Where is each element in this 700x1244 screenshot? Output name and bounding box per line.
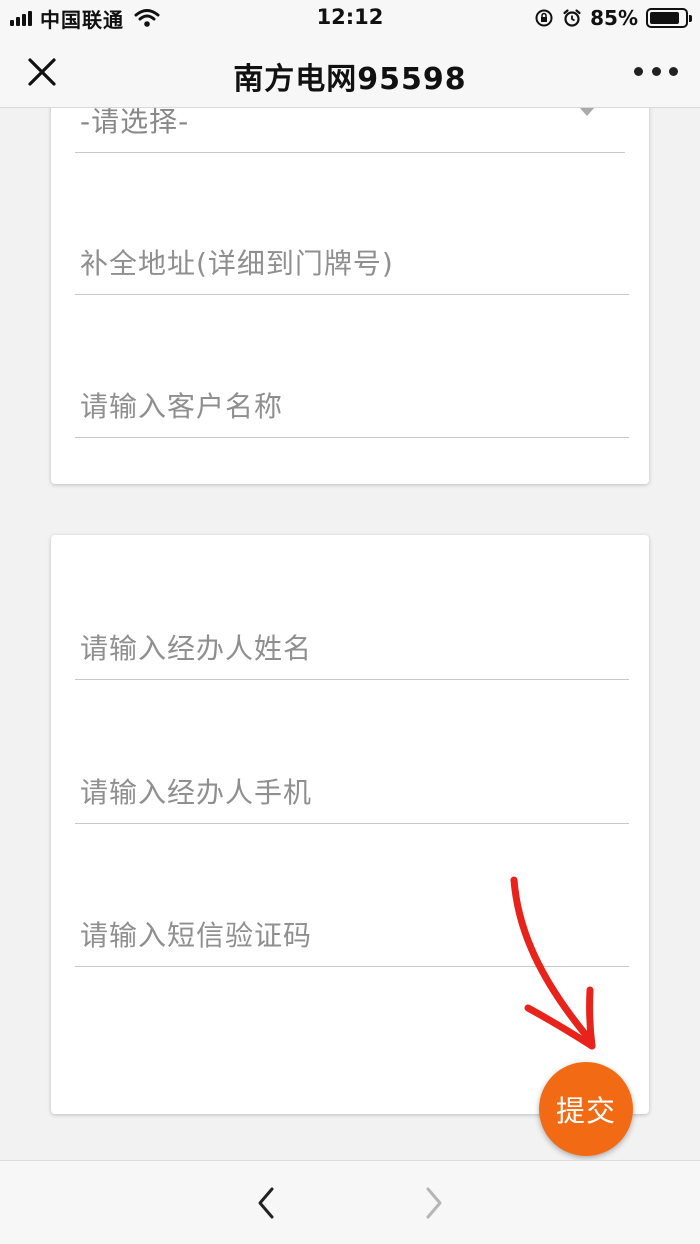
battery-percentage: 85% xyxy=(590,6,638,30)
submit-button[interactable]: 提交 xyxy=(539,1062,633,1156)
back-arrow-icon[interactable] xyxy=(250,1183,282,1223)
alarm-icon xyxy=(563,9,581,27)
status-bar: 中国联通 12:12 85% xyxy=(0,0,700,36)
customer-name-placeholder: 请输入客户名称 xyxy=(80,390,284,423)
customer-name-input[interactable]: 请输入客户名称 xyxy=(75,378,629,438)
battery-fill xyxy=(650,12,679,24)
annotation-arrow-icon xyxy=(510,876,596,1050)
address-placeholder: 补全地址(详细到门牌号) xyxy=(80,247,394,280)
status-right: 85% xyxy=(534,6,692,30)
submit-label: 提交 xyxy=(555,1094,616,1128)
agent-phone-placeholder: 请输入经办人手机 xyxy=(80,776,313,809)
battery-icon xyxy=(646,8,692,28)
agent-name-input[interactable]: 请输入经办人姓名 xyxy=(75,620,629,680)
agent-name-placeholder: 请输入经办人姓名 xyxy=(80,632,313,665)
nav-bar: 南方电网95598 xyxy=(0,36,700,108)
agent-phone-input[interactable]: 请输入经办人手机 xyxy=(75,764,629,824)
bottom-toolbar xyxy=(0,1160,700,1244)
region-select[interactable]: -请选择- xyxy=(75,108,625,153)
page-title: 南方电网95598 xyxy=(233,62,467,97)
region-select-value: -请选择- xyxy=(80,108,190,138)
forward-arrow-icon[interactable] xyxy=(418,1183,450,1223)
more-options-icon[interactable] xyxy=(634,56,678,86)
address-card: -请选择- 补全地址(详细到门牌号) 请输入客户名称 xyxy=(51,108,649,484)
sms-code-placeholder: 请输入短信验证码 xyxy=(80,919,313,952)
address-input[interactable]: 补全地址(详细到门牌号) xyxy=(75,235,629,295)
rotation-lock-icon xyxy=(535,9,553,27)
chevron-down-icon xyxy=(579,108,595,116)
